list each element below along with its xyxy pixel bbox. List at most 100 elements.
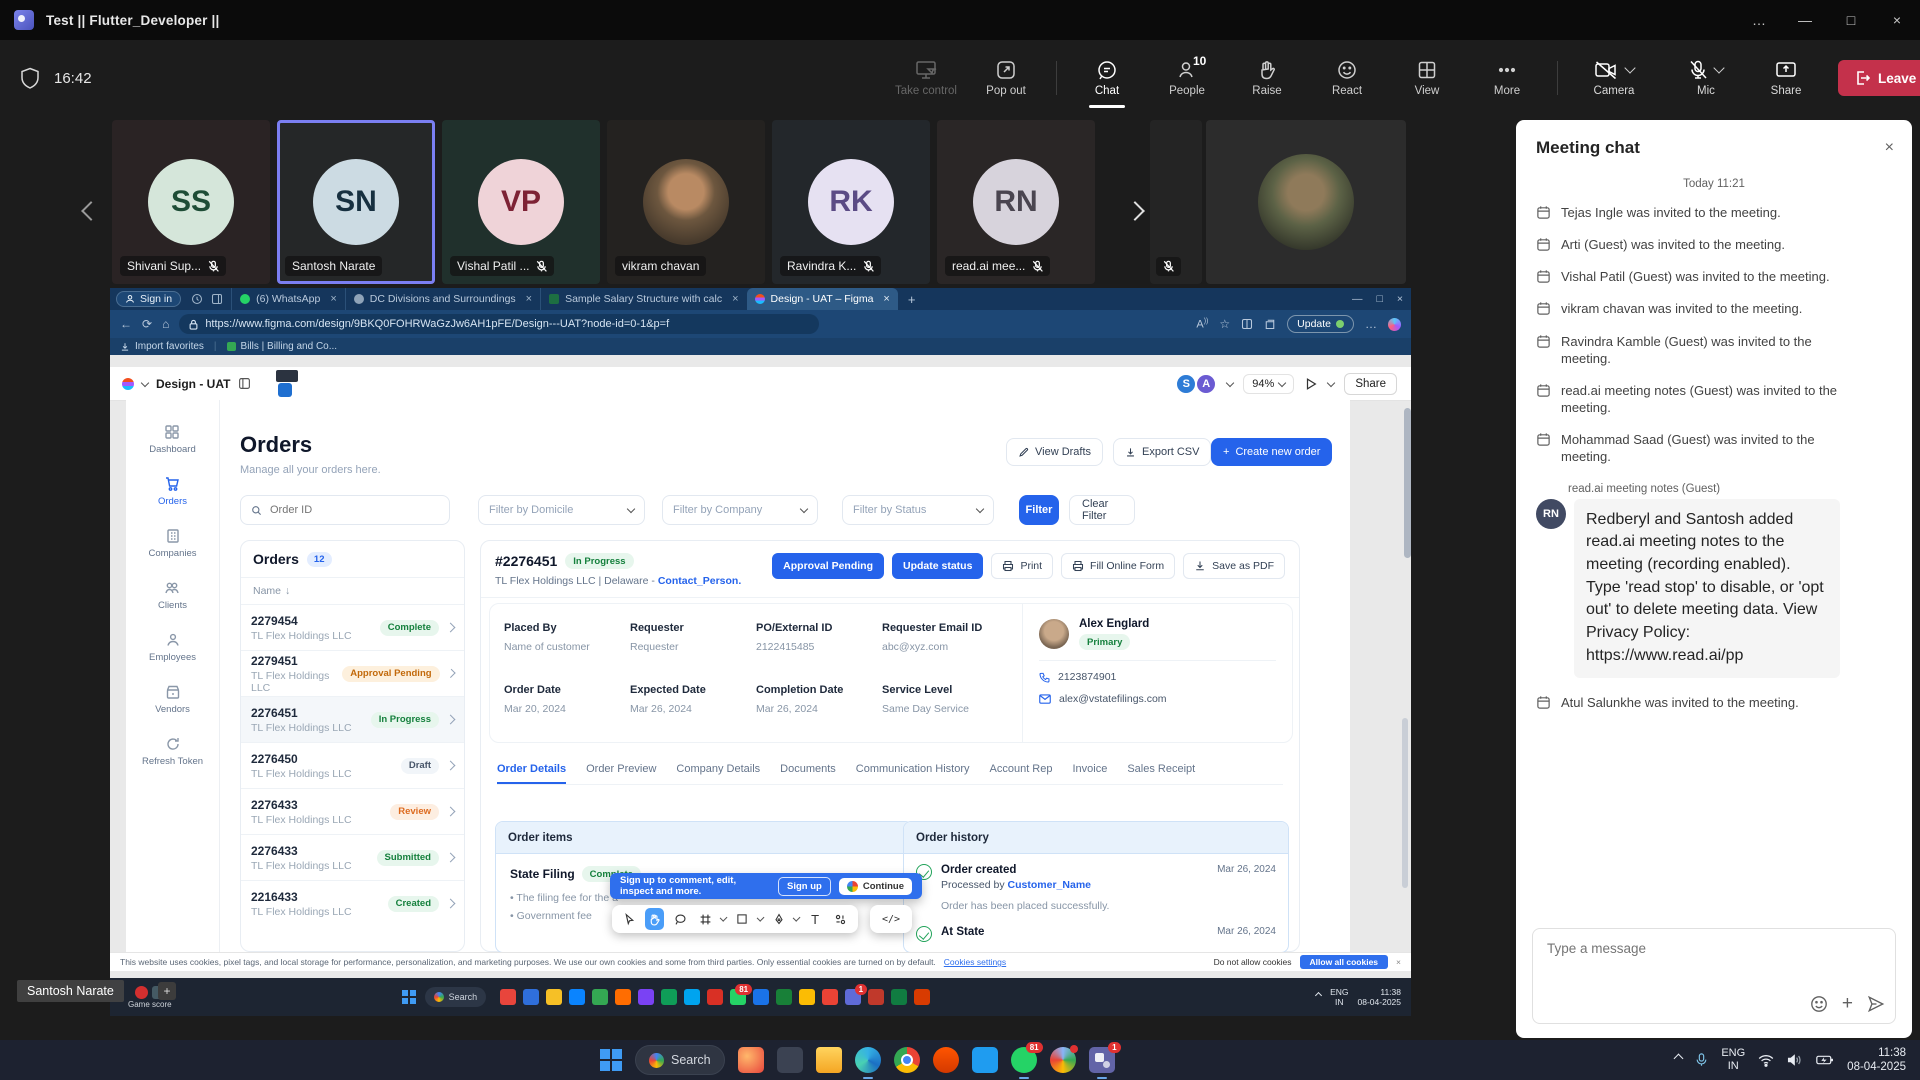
- sidebar-item-employees[interactable]: Employees: [149, 632, 196, 663]
- volume-icon[interactable]: [1787, 1053, 1803, 1067]
- close-button[interactable]: ×: [1874, 0, 1920, 40]
- component-tool-icon[interactable]: [831, 908, 850, 930]
- collections-icon[interactable]: [1264, 318, 1276, 330]
- firefox-icon[interactable]: [738, 1047, 764, 1073]
- tab-invoice[interactable]: Invoice: [1072, 763, 1107, 784]
- order-id-input[interactable]: [270, 504, 420, 516]
- app-icon[interactable]: [684, 989, 700, 1005]
- avatars-chevron-icon[interactable]: [1226, 378, 1234, 386]
- hand-tool-icon[interactable]: [645, 908, 664, 930]
- browser-more-icon[interactable]: …: [1365, 317, 1377, 331]
- app-icon[interactable]: [707, 989, 723, 1005]
- contact-email[interactable]: alex@vstatefilings.com: [1059, 693, 1167, 705]
- app-icon[interactable]: [1050, 1047, 1076, 1073]
- battery-icon[interactable]: [1816, 1054, 1834, 1066]
- clear-filter-button[interactable]: Clear Filter: [1069, 495, 1135, 525]
- tab-account-rep[interactable]: Account Rep: [990, 763, 1053, 784]
- app-icon[interactable]: [638, 989, 654, 1005]
- export-csv-button[interactable]: Export CSV: [1113, 438, 1211, 466]
- order-row[interactable]: 2279451TL Flex Holdings LLC Approval Pen…: [241, 650, 464, 696]
- order-row[interactable]: 2276450TL Flex Holdings LLC Draft: [241, 742, 464, 788]
- start-button[interactable]: [600, 1049, 622, 1071]
- send-icon[interactable]: [1867, 995, 1885, 1013]
- more-button[interactable]: More: [1471, 46, 1543, 110]
- lasso-tool-icon[interactable]: [670, 908, 689, 930]
- collaborator-avatar[interactable]: A: [1195, 373, 1217, 395]
- app-icon[interactable]: [615, 989, 631, 1005]
- app-icon[interactable]: [569, 989, 585, 1005]
- tab-order-preview[interactable]: Order Preview: [586, 763, 656, 784]
- browser-profile-button[interactable]: Sign in: [116, 291, 181, 307]
- shape-tool-chevron-icon[interactable]: [756, 914, 764, 922]
- spotlight-tile[interactable]: [1206, 120, 1406, 284]
- bookmark-item[interactable]: Bills | Billing and Co...: [227, 341, 338, 352]
- pop-out-button[interactable]: Pop out: [970, 46, 1042, 110]
- present-icon[interactable]: [1304, 377, 1318, 391]
- video-tile[interactable]: RN read.ai mee...: [937, 120, 1095, 284]
- move-tool-icon[interactable]: [620, 908, 639, 930]
- react-button[interactable]: React: [1311, 46, 1383, 110]
- app-icon[interactable]: [777, 1047, 803, 1073]
- app-icon[interactable]: [822, 989, 838, 1005]
- update-button[interactable]: Update: [1287, 315, 1354, 333]
- frame-tool-chevron-icon[interactable]: [720, 914, 728, 922]
- emoji-icon[interactable]: [1810, 995, 1828, 1013]
- browser-tab[interactable]: (6) WhatsApp×: [231, 288, 345, 310]
- tab-order-details[interactable]: Order Details: [497, 763, 566, 784]
- camera-chevron-icon[interactable]: [1624, 62, 1635, 73]
- figma-logo-icon[interactable]: [122, 378, 134, 390]
- raise-hand-button[interactable]: Raise: [1231, 46, 1303, 110]
- browser-tab-active[interactable]: Design - UAT – Figma×: [747, 288, 898, 310]
- tab-close-icon[interactable]: ×: [732, 293, 738, 305]
- figma-doc-title[interactable]: Design - UAT: [156, 377, 230, 391]
- take-control-button[interactable]: Take control: [890, 46, 962, 110]
- sidebar-item-companies[interactable]: Companies: [148, 528, 196, 559]
- sign-up-button[interactable]: Sign up: [778, 877, 831, 896]
- share-control[interactable]: Share: [1756, 60, 1816, 97]
- camera-control[interactable]: Camera: [1572, 60, 1656, 97]
- google-continue-button[interactable]: Continue: [839, 878, 912, 895]
- workspaces-icon[interactable]: [191, 293, 203, 305]
- frame-tool-icon[interactable]: [696, 908, 715, 930]
- view-drafts-button[interactable]: View Drafts: [1006, 438, 1103, 466]
- column-header-name[interactable]: Name: [253, 585, 281, 597]
- order-row[interactable]: 2276433TL Flex Holdings LLC Submitted: [241, 834, 464, 880]
- sidebar-item-dashboard[interactable]: Dashboard: [149, 424, 195, 455]
- chat-close-icon[interactable]: ×: [1885, 139, 1894, 157]
- language-indicator[interactable]: ENGIN: [1721, 1047, 1745, 1072]
- sort-icon[interactable]: ↓: [285, 585, 290, 597]
- filter-company-select[interactable]: Filter by Company: [662, 495, 818, 525]
- canvas-scrollbar[interactable]: [1402, 718, 1408, 888]
- order-row[interactable]: 2276433TL Flex Holdings LLC Review: [241, 788, 464, 834]
- browser-tab[interactable]: DC Divisions and Surroundings×: [345, 288, 540, 310]
- tab-sales-receipt[interactable]: Sales Receipt: [1127, 763, 1195, 784]
- customer-name-link[interactable]: Customer_Name: [1008, 879, 1091, 891]
- home-icon[interactable]: ⌂: [162, 317, 169, 331]
- cookie-settings-link[interactable]: Cookies settings: [944, 957, 1006, 967]
- clock[interactable]: 11:3808-04-2025: [1847, 1046, 1906, 1075]
- brave-icon[interactable]: [933, 1047, 959, 1073]
- mic-control[interactable]: Mic: [1664, 60, 1748, 97]
- taskbar-search[interactable]: Search: [635, 1045, 725, 1075]
- figma-share-button[interactable]: Share: [1344, 373, 1397, 395]
- filter-domicile-select[interactable]: Filter by Domicile: [478, 495, 645, 525]
- new-tab-button[interactable]: +: [908, 292, 916, 307]
- copilot-icon[interactable]: [1388, 318, 1401, 331]
- leave-button[interactable]: Leave: [1838, 60, 1920, 96]
- contact-person-link[interactable]: Contact_Person.: [658, 575, 741, 587]
- reload-icon[interactable]: ⟳: [142, 317, 152, 331]
- video-tile-partial[interactable]: [1150, 120, 1202, 284]
- dev-mode-toggle[interactable]: </>: [870, 905, 912, 933]
- filter-status-select[interactable]: Filter by Status: [842, 495, 994, 525]
- video-tile[interactable]: VP Vishal Patil ...: [442, 120, 600, 284]
- pages-panel-icon[interactable]: [238, 377, 251, 390]
- browser-tab[interactable]: Sample Salary Structure with calc×: [540, 288, 746, 310]
- shared-screen[interactable]: Sign in (6) WhatsApp× DC Divisions and S…: [110, 288, 1411, 1016]
- file-explorer-icon[interactable]: [816, 1047, 842, 1073]
- print-button[interactable]: Print: [991, 553, 1053, 579]
- tray-expand-icon[interactable]: [1674, 1053, 1684, 1063]
- fill-online-form-button[interactable]: Fill Online Form: [1061, 553, 1175, 579]
- pin-share-button[interactable]: +: [158, 982, 176, 1000]
- wifi-icon[interactable]: [1758, 1054, 1774, 1067]
- whatsapp-mini-icon[interactable]: 81: [730, 989, 746, 1005]
